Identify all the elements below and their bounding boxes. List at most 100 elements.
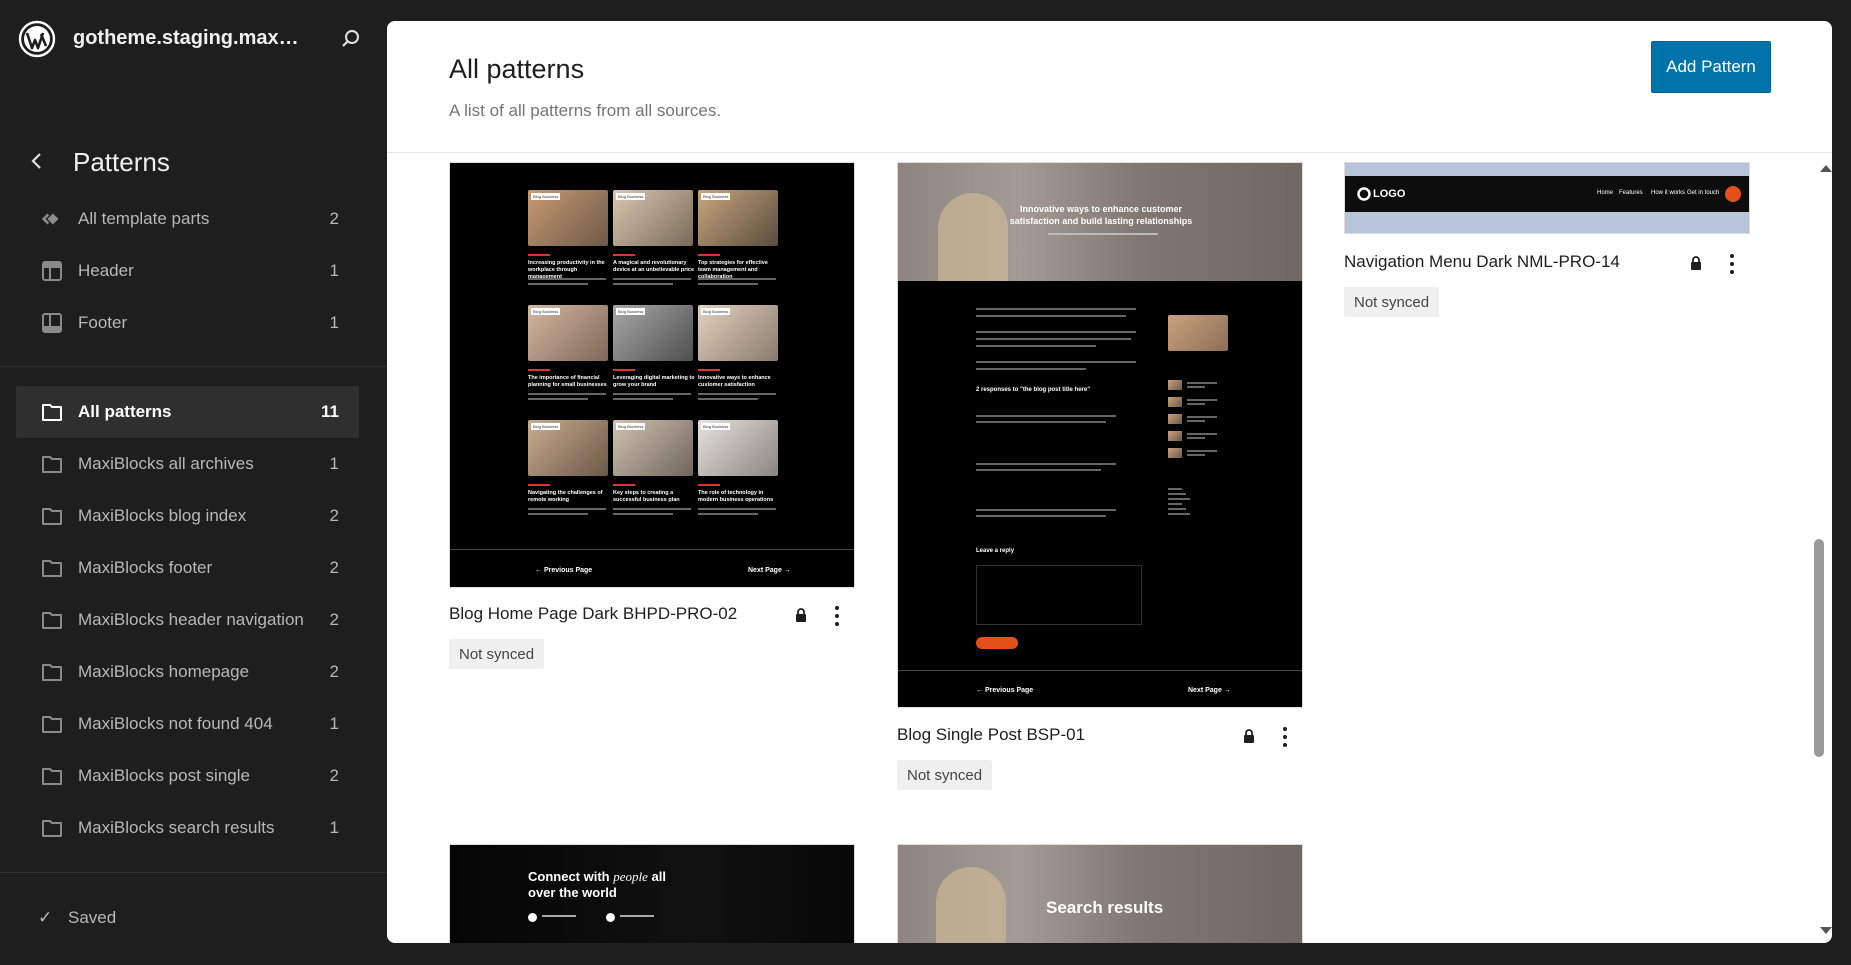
preview-post-excerpt [698,513,758,515]
preview-menu-contact: Get in touch [1687,190,1720,196]
sidebar-item-pattern-category[interactable]: MaxiBlocks search results 1 [16,802,359,854]
sidebar-item-label: MaxiBlocks footer [78,558,213,577]
preview-side-post-image [1168,414,1182,424]
sidebar-item-count: 2 [329,662,339,681]
preview-hero-title: Innovative ways to enhance customer sati… [1009,204,1193,226]
sidebar-item-label: MaxiBlocks search results [78,818,275,837]
pattern-preview[interactable]: LOGO Home Features How it works Get in t… [1344,162,1750,234]
pattern-preview[interactable]: Search results [897,844,1303,943]
preview-side-post-line [1187,382,1217,384]
back-button[interactable] [22,146,52,176]
preview-post-tag: Blog Business [701,308,731,315]
pattern-title[interactable]: Blog Home Page Dark BHPD-PRO-02 [449,604,737,624]
site-hub: gotheme.staging.maxib... [0,0,387,78]
sidebar-item-label: MaxiBlocks post single [78,766,250,785]
pattern-card-blog-home[interactable]: Blog Business Increasing productivity in … [449,162,855,702]
preview-menu-home: Home [1597,190,1614,196]
sidebar-item-pattern-category[interactable]: MaxiBlocks all archives 1 [16,438,359,490]
wordpress-logo-icon[interactable] [18,20,56,58]
sidebar: gotheme.staging.maxib... Patterns All te… [0,0,387,965]
save-status: ✓ Saved [38,908,116,928]
preview-post-headline: Innovative ways to enhance customer sati… [698,375,771,388]
sidebar-item-pattern-category[interactable]: All patterns 11 [16,386,359,438]
preview-category-line [1168,503,1182,505]
preview-side-post-image [1168,431,1182,441]
preview-side-post-line [1187,437,1205,439]
preview-post-excerpt [613,513,673,515]
preview-post-headline: A magical and revolutionary device at an… [613,260,695,273]
preview-next-link: Next Page → [1188,687,1231,694]
sidebar-item-pattern-category[interactable]: MaxiBlocks blog index 2 [16,490,359,542]
search-button[interactable] [336,24,366,54]
preview-side-post-line [1187,433,1217,435]
preview-post-tag: Blog Business [531,193,561,200]
pattern-preview[interactable]: Connect with people all over the world [449,844,855,943]
sidebar-item-pattern-category[interactable]: MaxiBlocks homepage 2 [16,646,359,698]
preview-post-excerpt [613,398,673,400]
site-title[interactable]: gotheme.staging.maxib... [73,27,303,50]
preview-category-line [1168,498,1190,500]
navigation-title: Patterns [73,147,170,177]
preview-address-dot [528,913,537,922]
preview-post-excerpt [528,393,606,395]
pattern-card-blog-single[interactable]: Innovative ways to enhance customer sati… [897,162,1303,822]
preview-post-tag: Blog Business [616,308,646,315]
preview-post-date [698,484,720,486]
template-parts-icon [40,207,64,231]
preview-prev-link: ← Previous Page [535,567,593,574]
save-status-label: Saved [68,908,117,927]
pattern-card-search-results[interactable]: Search results [897,844,1303,943]
preview-about-image [1168,315,1228,351]
navigation-header: Patterns [0,138,387,188]
main-content: Blog Business Increasing productivity in … [387,21,1832,943]
sidebar-item-count: 2 [329,558,339,577]
sidebar-item-all-template-parts[interactable]: All template parts 2 [16,193,359,245]
preview-menu-how: How it works [1651,190,1686,196]
pattern-card-connect[interactable]: Connect with people all over the world [449,844,855,943]
sidebar-item-footer[interactable]: Footer 1 [16,297,359,349]
pattern-title[interactable]: Blog Single Post BSP-01 [897,725,1085,745]
preview-post-date [528,369,550,371]
scroll-up-arrow-icon[interactable] [1820,165,1832,172]
more-options-button[interactable] [1722,252,1742,276]
preview-post-date [613,484,635,486]
sync-status-badge: Not synced [449,639,545,669]
preview-submit-button [976,637,1018,649]
preview-post-headline: Navigating the challenges of remote work… [528,490,603,503]
preview-nav-bar: LOGO Home Features How it works Get in t… [1345,176,1749,212]
sidebar-item-count: 1 [329,818,339,837]
preview-post-headline: Leveraging digital marketing to grow you… [613,375,695,388]
more-options-button[interactable] [827,604,847,628]
sidebar-divider [0,366,387,367]
preview-post-excerpt [528,278,606,280]
add-pattern-button[interactable]: Add Pattern [1651,41,1771,93]
folder-icon [40,660,64,684]
sidebar-item-pattern-category[interactable]: MaxiBlocks not found 404 1 [16,698,359,750]
preview-post-tag: Blog Business [616,193,646,200]
sidebar-item-count: 2 [329,766,339,785]
sidebar-item-pattern-category[interactable]: MaxiBlocks header navigation 2 [16,594,359,646]
sidebar-item-count: 11 [321,402,339,421]
preview-category-line [1168,513,1190,515]
pattern-preview[interactable]: Blog Business Increasing productivity in … [449,162,855,588]
preview-side-post-line [1187,403,1205,405]
pattern-preview[interactable]: Innovative ways to enhance customer sati… [897,162,1303,708]
scrollbar-thumb[interactable] [1814,539,1824,757]
pattern-title[interactable]: Navigation Menu Dark NML-PRO-14 [1344,252,1620,272]
pattern-card-navigation-menu[interactable]: LOGO Home Features How it works Get in t… [1344,162,1750,332]
scroll-down-arrow-icon[interactable] [1820,927,1832,934]
preview-menu-features: Features [1619,190,1643,196]
preview-post-tag: Blog Business [531,423,561,430]
folder-icon [40,608,64,632]
sidebar-item-pattern-category[interactable]: MaxiBlocks footer 2 [16,542,359,594]
sidebar-item-label: MaxiBlocks not found 404 [78,714,273,733]
preview-category-line [1168,493,1186,495]
more-options-button[interactable] [1275,725,1295,749]
sidebar-item-header[interactable]: Header 1 [16,245,359,297]
sidebar-item-pattern-category[interactable]: MaxiBlocks post single 2 [16,750,359,802]
preview-side-post-line [1187,454,1205,456]
preview-post-date [613,254,635,256]
folder-icon [40,400,64,424]
sync-status-badge: Not synced [1344,287,1440,317]
sidebar-item-label: MaxiBlocks homepage [78,662,250,681]
